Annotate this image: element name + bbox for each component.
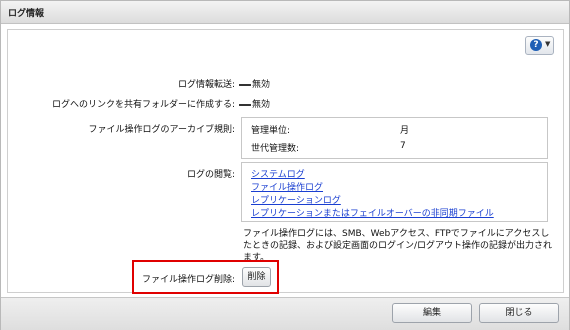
log-view-box: システムログ ファイル操作ログ レプリケーションログ レプリケーションまたはフェ… <box>241 162 548 222</box>
dash-icon <box>239 83 251 86</box>
archive-rule-box: 管理単位: 月 世代管理数: 7 <box>241 117 548 159</box>
unit-value: 月 <box>400 126 410 136</box>
file-log-note: ファイル操作ログには、SMB、Webアクセス、FTPでファイルにアクセスしたとき… <box>243 229 553 263</box>
delete-button[interactable]: 削除 <box>242 267 271 287</box>
log-view-label: ログの閲覧: <box>186 170 235 180</box>
help-icon: ? <box>530 39 542 51</box>
log-link-folder-value: 無効 <box>239 97 270 110</box>
system-log-link[interactable]: システムログ <box>251 167 305 180</box>
dialog-title: ログ情報 <box>8 9 45 19</box>
archive-rule-label: ファイル操作ログのアーカイブ規則: <box>88 125 236 135</box>
log-forwarding-label: ログ情報転送: <box>177 80 235 90</box>
unit-label: 管理単位: <box>251 126 291 136</box>
generations-value: 7 <box>400 141 406 151</box>
help-button[interactable]: ? ▼ <box>525 36 554 55</box>
log-forwarding-value: 無効 <box>239 77 270 90</box>
close-button[interactable]: 閉じる <box>479 303 559 323</box>
delete-log-label: ファイル操作ログ削除: <box>141 275 235 285</box>
file-operation-log-link[interactable]: ファイル操作ログ <box>251 180 323 193</box>
replication-log-link[interactable]: レプリケーションログ <box>251 193 341 206</box>
generations-label: 世代管理数: <box>251 144 300 154</box>
replication-async-files-link[interactable]: レプリケーションまたはフェイルオーバーの非同期ファイル <box>251 206 494 219</box>
dash-icon <box>239 103 251 106</box>
log-info-dialog: ログ情報 ? ▼ ログ情報転送: 無効 ログへのリンクを共有フォルダーに作成する… <box>0 0 570 330</box>
edit-button[interactable]: 編集 <box>392 303 472 323</box>
title-bar: ログ情報 <box>1 1 569 24</box>
chevron-down-icon: ▼ <box>545 40 551 48</box>
log-link-folder-label: ログへのリンクを共有フォルダーに作成する: <box>51 100 235 110</box>
